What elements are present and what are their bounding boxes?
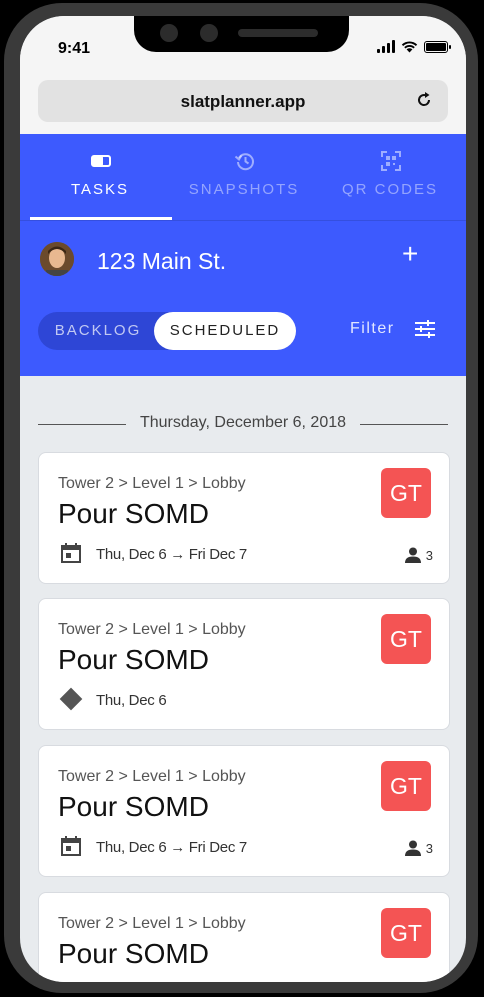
- person-icon: [404, 547, 421, 563]
- browser-chrome: slatplanner.app: [20, 72, 466, 134]
- task-dates: Thu, Dec 6 → Fri Dec 7: [96, 839, 247, 856]
- task-title: Pour SOMD: [58, 498, 209, 529]
- tab-qr-codes[interactable]: QR CODES: [316, 134, 464, 220]
- task-location: Tower 2 > Level 1 > Lobby: [58, 475, 246, 492]
- notch: [134, 16, 349, 52]
- crew-count-value: 3: [425, 840, 433, 856]
- task-location: Tower 2 > Level 1 > Lobby: [58, 621, 246, 638]
- task-card[interactable]: Tower 2 > Level 1 > Lobby Pour SOMD GT T…: [38, 745, 450, 877]
- task-location: Tower 2 > Level 1 > Lobby: [58, 768, 246, 785]
- avatar-image: [40, 242, 74, 276]
- calendar-icon: [61, 543, 81, 563]
- tab-snapshots[interactable]: SNAPSHOTS: [170, 134, 318, 220]
- task-title: Pour SOMD: [58, 938, 209, 969]
- assignee-badge[interactable]: GT: [381, 614, 431, 664]
- app-header: TASKS SNAPSHOTS QR CODES 123 Main St. + …: [20, 134, 466, 376]
- status-icons: [377, 40, 451, 53]
- crew-count: 3: [404, 547, 433, 563]
- task-dates: Thu, Dec 6: [96, 692, 167, 709]
- view-toggle: BACKLOG SCHEDULED: [38, 312, 296, 350]
- qr-code-icon: [381, 151, 401, 171]
- assignee-badge[interactable]: GT: [381, 908, 431, 958]
- sliders-icon[interactable]: [414, 318, 436, 340]
- assignee-badge[interactable]: GT: [381, 761, 431, 811]
- assignee-badge[interactable]: GT: [381, 468, 431, 518]
- project-name[interactable]: 123 Main St.: [97, 248, 226, 275]
- date-header: Thursday, December 6, 2018: [129, 414, 357, 431]
- tab-tasks[interactable]: TASKS: [26, 134, 174, 220]
- task-card[interactable]: Tower 2 > Level 1 > Lobby Pour SOMD GT T…: [38, 598, 450, 730]
- phone-frame: 9:41 slatplanner.app TASKS SNAPSHOTS QR …: [0, 0, 484, 997]
- task-title: Pour SOMD: [58, 791, 209, 822]
- task-title: Pour SOMD: [58, 644, 209, 675]
- milestone-diamond-icon: [59, 687, 83, 711]
- tab-label: SNAPSHOTS: [188, 181, 300, 198]
- backlog-toggle-option[interactable]: BACKLOG: [38, 312, 158, 350]
- reload-icon[interactable]: [414, 90, 434, 110]
- url-text: slatplanner.app: [180, 92, 306, 111]
- wifi-icon: [401, 41, 418, 53]
- tab-label: TASKS: [70, 181, 130, 198]
- task-card[interactable]: Tower 2 > Level 1 > Lobby Pour SOMD GT T…: [38, 452, 450, 584]
- screen: 9:41 slatplanner.app TASKS SNAPSHOTS QR …: [20, 16, 466, 982]
- toggle-rect-icon: [91, 155, 111, 167]
- history-icon: [234, 153, 254, 171]
- crew-count-value: 3: [425, 547, 433, 563]
- status-time: 9:41: [58, 40, 91, 57]
- nav-tabs: TASKS SNAPSHOTS QR CODES: [20, 134, 466, 220]
- signal-icon: [377, 40, 395, 53]
- avatar[interactable]: [40, 242, 74, 276]
- crew-count: 3: [404, 840, 433, 856]
- task-location: Tower 2 > Level 1 > Lobby: [58, 915, 246, 932]
- person-icon: [404, 840, 421, 856]
- task-dates: Thu, Dec 6 → Fri Dec 7: [96, 546, 247, 563]
- date-separator: Thursday, December 6, 2018: [38, 414, 448, 434]
- divider: [20, 220, 466, 221]
- scheduled-toggle-option[interactable]: SCHEDULED: [154, 312, 296, 350]
- address-bar[interactable]: slatplanner.app: [38, 80, 448, 122]
- add-task-button[interactable]: +: [402, 238, 418, 270]
- task-card[interactable]: Tower 2 > Level 1 > Lobby Pour SOMD GT: [38, 892, 450, 982]
- calendar-icon: [61, 836, 81, 856]
- battery-icon: [424, 40, 451, 53]
- filter-button[interactable]: Filter: [350, 320, 395, 338]
- tab-label: QR CODES: [341, 181, 438, 198]
